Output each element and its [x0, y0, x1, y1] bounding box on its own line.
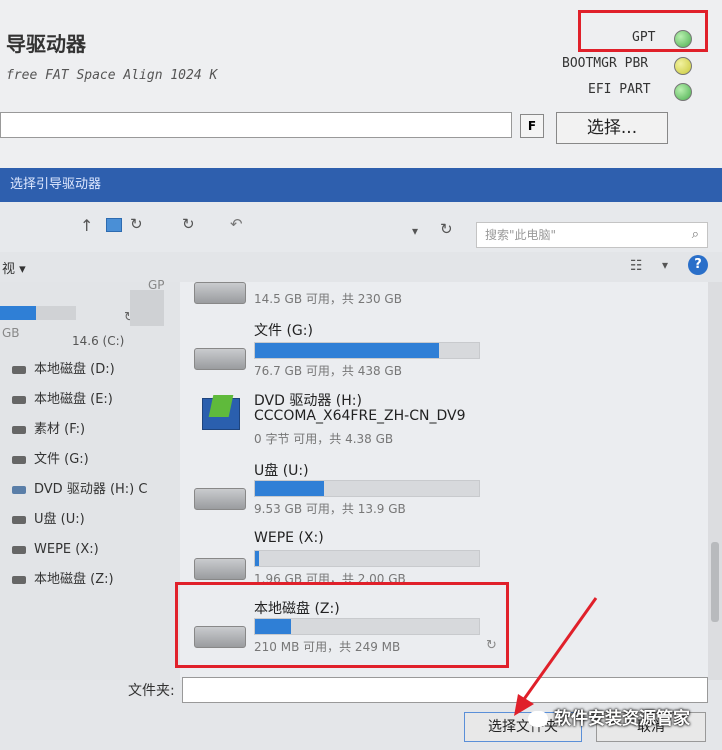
sidebar-c-size: 14.6 (C:) [72, 334, 125, 348]
sidebar-item-h[interactable]: DVD 驱动器 (H:) C [12, 480, 147, 500]
drive-size: 76.7 GB 可用，共 438 GB [254, 364, 402, 378]
command-bar: 视 ▾ ☷ ▾ ? [0, 252, 722, 282]
drive-usage-bar [254, 550, 480, 567]
drive-item-c[interactable]: 14.5 GB 可用，共 230 GB [190, 282, 490, 312]
drive-icon [12, 545, 26, 554]
sidebar-item-e[interactable]: 本地磁盘 (E:) [12, 390, 113, 410]
drive-size: 9.53 GB 可用，共 13.9 GB [254, 502, 406, 516]
drive-icon [12, 365, 26, 374]
usage-fill [255, 551, 260, 566]
drive-icon [194, 348, 246, 370]
help-icon[interactable]: ? [688, 255, 708, 275]
drive-icon [12, 515, 26, 524]
drive-icon [12, 455, 26, 464]
drive-item-x[interactable]: WEPE (X:) 1.96 GB 可用，共 2.00 GB [190, 530, 490, 590]
choose-button[interactable]: 选择... [556, 112, 668, 144]
search-icon: ⌕ [691, 227, 699, 242]
sidebar-item-g[interactable]: 文件 (G:) [12, 450, 89, 470]
drive-item-g[interactable]: 文件 (G:) 76.7 GB 可用，共 438 GB [190, 320, 490, 380]
back-icon[interactable]: ↶ [230, 215, 243, 233]
sidebar-item-u[interactable]: U盘 (U:) [12, 510, 85, 530]
chevron-down-icon-2[interactable]: ▾ [662, 258, 668, 272]
z-drive-highlight-box [175, 582, 509, 668]
drive-volume-label: CCCOMA_X64FRE_ZH-CN_DV9 [254, 408, 466, 424]
wechat-icon [528, 711, 548, 727]
status-bootmgr-label: BOOTMGR PBR [562, 56, 649, 71]
up-arrow-icon[interactable]: ↑ [80, 216, 93, 235]
dialog-title: 选择引导驱动器 [0, 168, 722, 202]
boot-path-input[interactable] [0, 112, 512, 138]
drive-icon [194, 488, 246, 510]
folder-label: 文件夹: [128, 683, 175, 699]
refresh-icon-3[interactable]: ↻ [440, 220, 453, 238]
efi-status-icon [674, 83, 692, 101]
dvd-drive-icon [202, 395, 240, 430]
drive-name: U盘 (U:) [254, 463, 309, 479]
f-button[interactable]: F [520, 114, 544, 138]
boot-drive-title: 导驱动器 [6, 32, 86, 56]
view-options-icon[interactable]: ☷ [630, 258, 643, 274]
drive-icon [12, 425, 26, 434]
drive-name: DVD 驱动器 (H:) [254, 393, 362, 409]
gpt-highlight-box [578, 10, 708, 52]
refresh-icon-2[interactable]: ↻ [182, 215, 195, 233]
view-label[interactable]: 视 ▾ [2, 258, 26, 277]
sidebar-drive-icon [130, 290, 164, 326]
drive-item-h[interactable]: DVD 驱动器 (H:) CCCOMA_X64FRE_ZH-CN_DV9 0 字… [190, 390, 490, 450]
scrollbar-thumb[interactable] [711, 542, 719, 622]
sidebar-partial-gb: GB [2, 326, 20, 340]
drive-usage-bar [254, 480, 480, 497]
refresh-icon[interactable]: ↻ [130, 215, 143, 233]
drive-name: 文件 (G:) [254, 323, 313, 339]
usage-fill [255, 343, 439, 358]
drive-item-u[interactable]: U盘 (U:) 9.53 GB 可用，共 13.9 GB [190, 460, 490, 520]
status-efi-label: EFI PART [588, 82, 651, 97]
drive-size: 0 字节 可用，共 4.38 GB [254, 432, 394, 446]
drive-name: WEPE (X:) [254, 530, 324, 546]
sidebar-item-f[interactable]: 素材 (F:) [12, 420, 85, 440]
folder-input[interactable] [182, 677, 708, 703]
dvd-icon [12, 485, 26, 494]
drive-size: 14.5 GB 可用，共 230 GB [254, 292, 402, 306]
watermark: 软件安装资源管家 [528, 704, 718, 730]
drive-icon [194, 558, 246, 580]
sidebar-item-z[interactable]: 本地磁盘 (Z:) [12, 570, 114, 590]
sidebar-item-x[interactable]: WEPE (X:) [12, 540, 99, 560]
drive-icon [194, 282, 246, 304]
drive-usage-bar [254, 342, 480, 359]
drive-icon [12, 575, 26, 584]
usage-fill [255, 481, 325, 496]
drive-icon [12, 395, 26, 404]
chevron-down-icon[interactable]: ▾ [412, 224, 418, 238]
computer-icon [106, 218, 122, 232]
bootmgr-status-icon [674, 57, 692, 75]
search-placeholder: 搜索"此电脑" [485, 228, 557, 242]
sidebar-item-d[interactable]: 本地磁盘 (D:) [12, 360, 115, 380]
search-input[interactable]: 搜索"此电脑" ⌕ [476, 222, 708, 248]
vertical-scrollbar[interactable] [708, 282, 722, 680]
sidebar-usage-bar [0, 306, 76, 320]
fat-align-info: free FAT Space Align 1024 K [6, 68, 218, 83]
